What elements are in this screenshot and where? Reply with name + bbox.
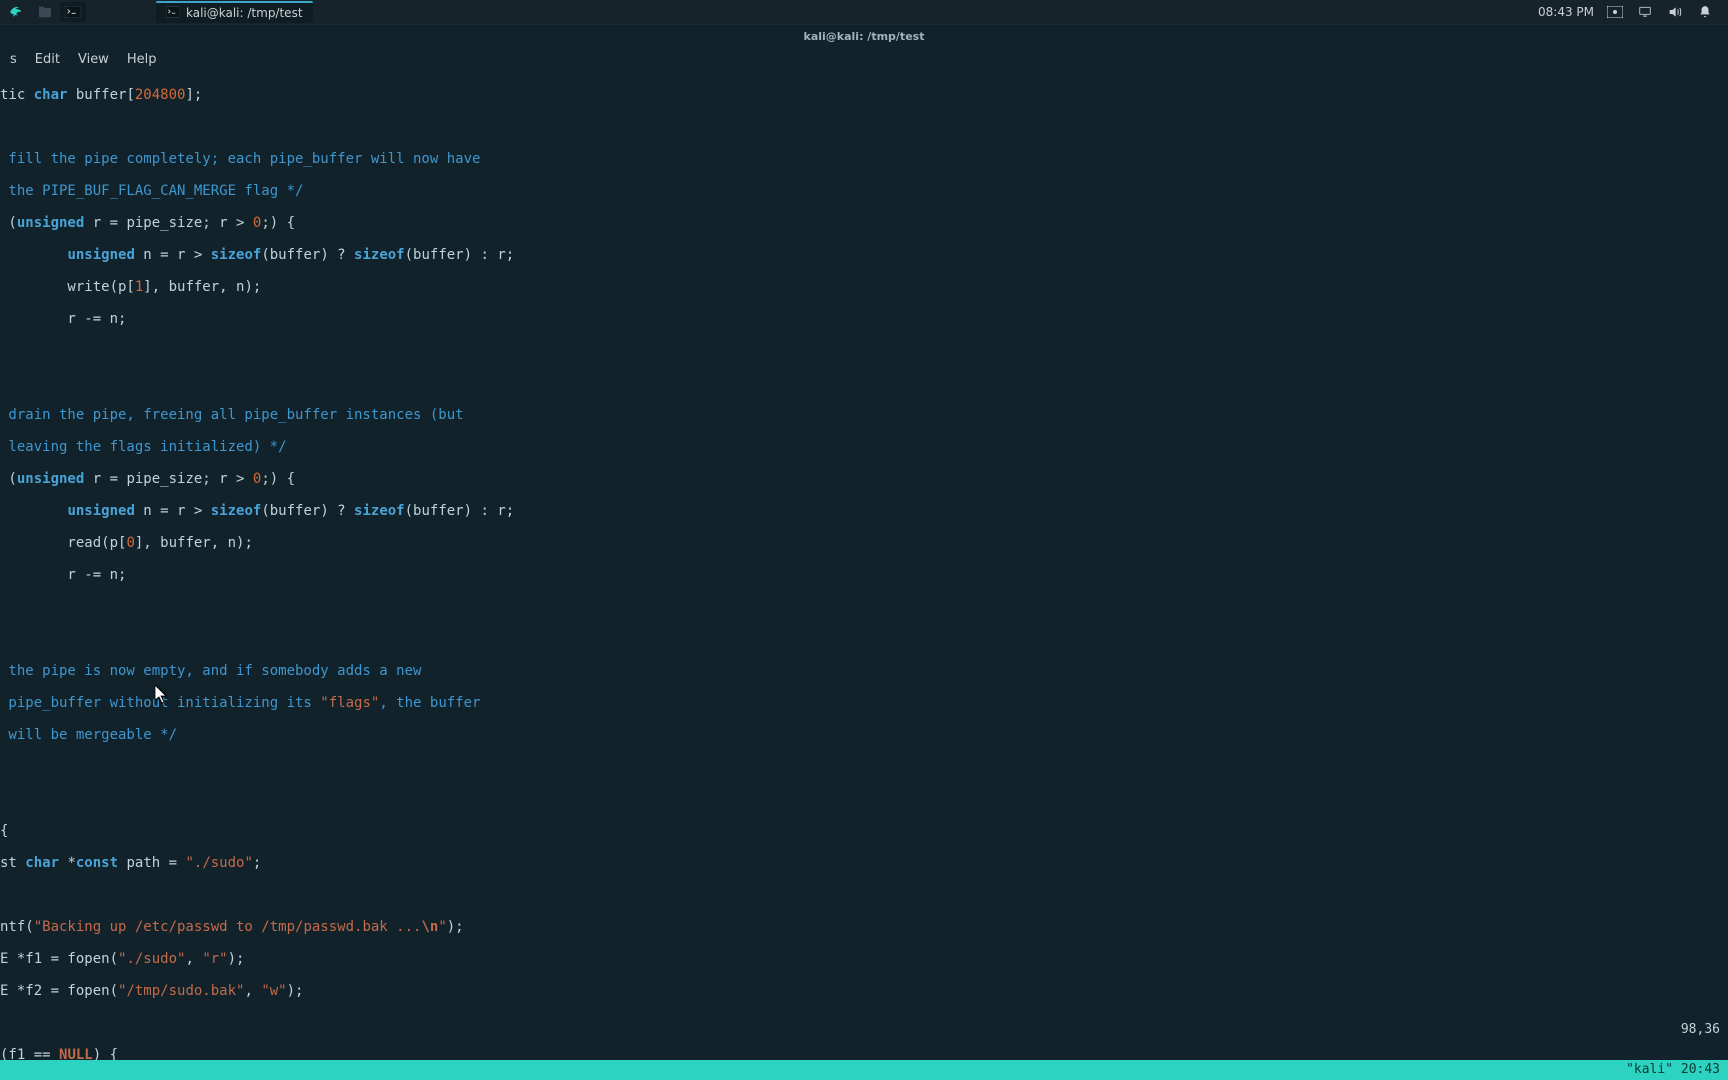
editor-viewport[interactable]: tic char buffer[204800]; fill the pipe c… xyxy=(0,71,1728,1060)
desktop-panel: kali@kali: /tmp/test 08:43 PM xyxy=(0,0,1728,24)
notifications-icon[interactable] xyxy=(1696,3,1714,21)
menu-actions[interactable]: s xyxy=(2,50,25,69)
window-titlebar[interactable]: kali@kali: /tmp/test xyxy=(0,25,1728,47)
editor-statusbar: "kali" 20:43 xyxy=(0,1060,1728,1080)
menu-help[interactable]: Help xyxy=(119,50,165,69)
files-icon[interactable] xyxy=(32,2,58,22)
taskbar-item-terminal[interactable]: kali@kali: /tmp/test xyxy=(156,1,313,23)
menubar: s Edit View Help xyxy=(0,47,1728,71)
menu-view[interactable]: View xyxy=(70,50,117,69)
app-menu-icon[interactable] xyxy=(4,2,30,22)
volume-icon[interactable] xyxy=(1666,3,1684,21)
editor-status-right: "kali" 20:43 xyxy=(1626,1062,1720,1077)
taskbar-terminal-icon xyxy=(166,6,180,21)
window-title: kali@kali: /tmp/test xyxy=(804,30,925,43)
display-icon[interactable] xyxy=(1636,3,1654,21)
menu-edit[interactable]: Edit xyxy=(27,50,68,69)
taskbar-item-label: kali@kali: /tmp/test xyxy=(186,6,303,20)
terminal-window: kali@kali: /tmp/test s Edit View Help ti… xyxy=(0,25,1728,1080)
editor-cursor-pos: 98,36 xyxy=(1681,1022,1720,1038)
mouse-cursor-icon xyxy=(155,685,167,701)
panel-clock[interactable]: 08:43 PM xyxy=(1538,5,1594,19)
screen-record-icon[interactable] xyxy=(1606,3,1624,21)
terminal-launcher-icon[interactable] xyxy=(60,2,86,22)
